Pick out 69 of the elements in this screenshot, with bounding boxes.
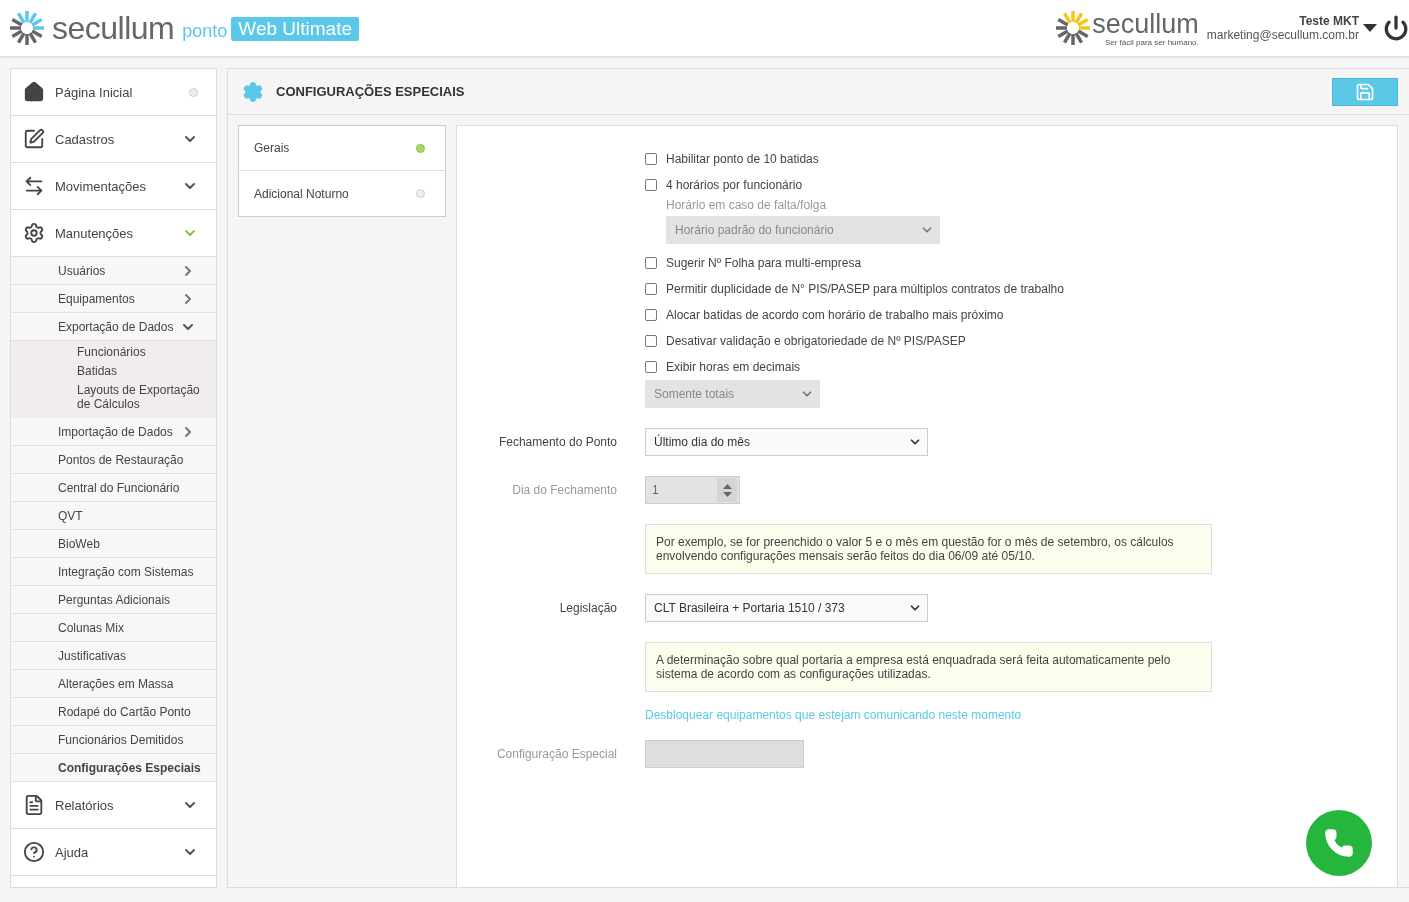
- sidebar-subitem[interactable]: Exportação de Dados: [11, 313, 216, 341]
- company-slogan: Ser fácil para ser humano.: [1104, 37, 1199, 47]
- sidebar-subitem[interactable]: Funcionários: [11, 343, 216, 362]
- sidebar-item[interactable]: Movimentações: [11, 163, 216, 210]
- field-label: Configuração Especial: [495, 747, 617, 761]
- edition-badge: Web Ultimate: [231, 17, 359, 41]
- user-name: Teste MKT: [1299, 14, 1359, 28]
- sidebar-item[interactable]: Página Inicial: [11, 69, 216, 116]
- user-email: marketing@secullum.com.br: [1206, 28, 1359, 42]
- product-name: ponto: [182, 20, 228, 42]
- checkbox-label: Habilitar ponto de 10 batidas: [666, 152, 819, 166]
- arrows-icon: [23, 175, 45, 197]
- sidebar-subitem[interactable]: BioWeb: [11, 530, 216, 558]
- checkbox-label: Permitir duplicidade de N° PIS/PASEP para múltiplos contratos de trabalho: [666, 282, 1064, 296]
- save-button[interactable]: [1332, 77, 1398, 106]
- sidebar-item[interactable]: Cadastros: [11, 116, 216, 163]
- info-note: A determinação sobre qual portaria a empresa está enquadrada será feita automaticamente pelo sistema de acordo com as configurações utilizadas.: [645, 642, 1212, 692]
- phone-icon: [1324, 828, 1354, 858]
- field-label: Fechamento do Ponto: [497, 435, 617, 449]
- sidebar-subitem[interactable]: Central do Funcionário: [11, 474, 216, 502]
- checkbox-label: Exibir horas em decimais: [666, 360, 801, 374]
- sidebar-subitem[interactable]: Alterações em Massa: [11, 670, 216, 698]
- checkbox-label: Desativar validação e obrigatoriedade de Nº PIS/PASEP: [666, 334, 966, 348]
- logo-icon: [1054, 9, 1093, 47]
- sidebar-item[interactable]: Relatórios: [11, 782, 216, 829]
- panel-title: CONFIGURAÇÕES ESPECIAIS: [276, 84, 466, 99]
- gear-icon: [242, 80, 264, 103]
- edit-icon: [23, 128, 45, 150]
- logout-icon[interactable]: [1383, 15, 1409, 41]
- sidebar-subitem[interactable]: QVT: [11, 502, 216, 530]
- sidebar-subitem[interactable]: Layouts de Exportação de Cálculos: [11, 381, 216, 414]
- checkbox[interactable]: [645, 309, 657, 321]
- document-icon: [23, 794, 45, 816]
- company-logo-text: secullum: [1092, 9, 1199, 38]
- dropdown-caret-icon[interactable]: [1363, 24, 1377, 32]
- checkbox[interactable]: [645, 283, 657, 295]
- field-label: Dia do Fechamento: [511, 483, 617, 497]
- select-field[interactable]: CLT Brasileira + Portaria 1510 / 373: [645, 594, 928, 622]
- select-field[interactable]: Último dia do mês: [645, 428, 928, 456]
- sidebar-subitem[interactable]: Pontos de Restauração: [11, 446, 216, 474]
- sidebar-subitem[interactable]: Configurações Especiais: [11, 754, 216, 782]
- sidebar-subitem[interactable]: Batidas: [11, 362, 216, 381]
- sidebar-subitem[interactable]: Rodapé do Cartão Ponto: [11, 698, 216, 726]
- gear-icon: [23, 222, 45, 244]
- checkbox-label: Alocar batidas de acordo com horário de trabalho mais próximo: [666, 308, 1004, 322]
- field-caption: Horário em caso de falta/folga: [666, 198, 827, 212]
- sidebar-subitem[interactable]: Funcionários Demitidos: [11, 726, 216, 754]
- sidebar-subitem[interactable]: Equipamentos: [11, 285, 216, 313]
- checkbox[interactable]: [645, 361, 657, 373]
- checkbox-label: Sugerir Nº Folha para multi-empresa: [666, 256, 862, 270]
- sidebar-subitem[interactable]: Integração com Sistemas: [11, 558, 216, 586]
- checkbox[interactable]: [645, 153, 657, 165]
- sidebar-subitem[interactable]: Importação de Dados: [11, 418, 216, 446]
- home-icon: [23, 81, 45, 103]
- checkbox[interactable]: [645, 179, 657, 191]
- sidebar-item[interactable]: Ajuda: [11, 829, 216, 876]
- checkbox[interactable]: [645, 257, 657, 269]
- info-note: Por exemplo, se for preenchido o valor 5 e o mês em questão for o mês de setembro, os cálculos envolvendo configurações mensais serão feitos do dia 06/09 até 05/10.: [645, 524, 1212, 574]
- sidebar-subitem[interactable]: Usuários: [11, 257, 216, 285]
- sidebar-subitem[interactable]: Colunas Mix: [11, 614, 216, 642]
- sidebar-subitem[interactable]: Justificativas: [11, 642, 216, 670]
- brand-name: secullum: [52, 9, 175, 47]
- logo-icon: [8, 9, 46, 47]
- save-icon: [1355, 81, 1375, 102]
- checkbox[interactable]: [645, 335, 657, 347]
- checkbox-label: 4 horários por funcionário: [666, 178, 803, 192]
- help-icon: [23, 841, 45, 863]
- sidebar-subitem[interactable]: Perguntas Adicionais: [11, 586, 216, 614]
- field-label: Legislação: [558, 601, 617, 615]
